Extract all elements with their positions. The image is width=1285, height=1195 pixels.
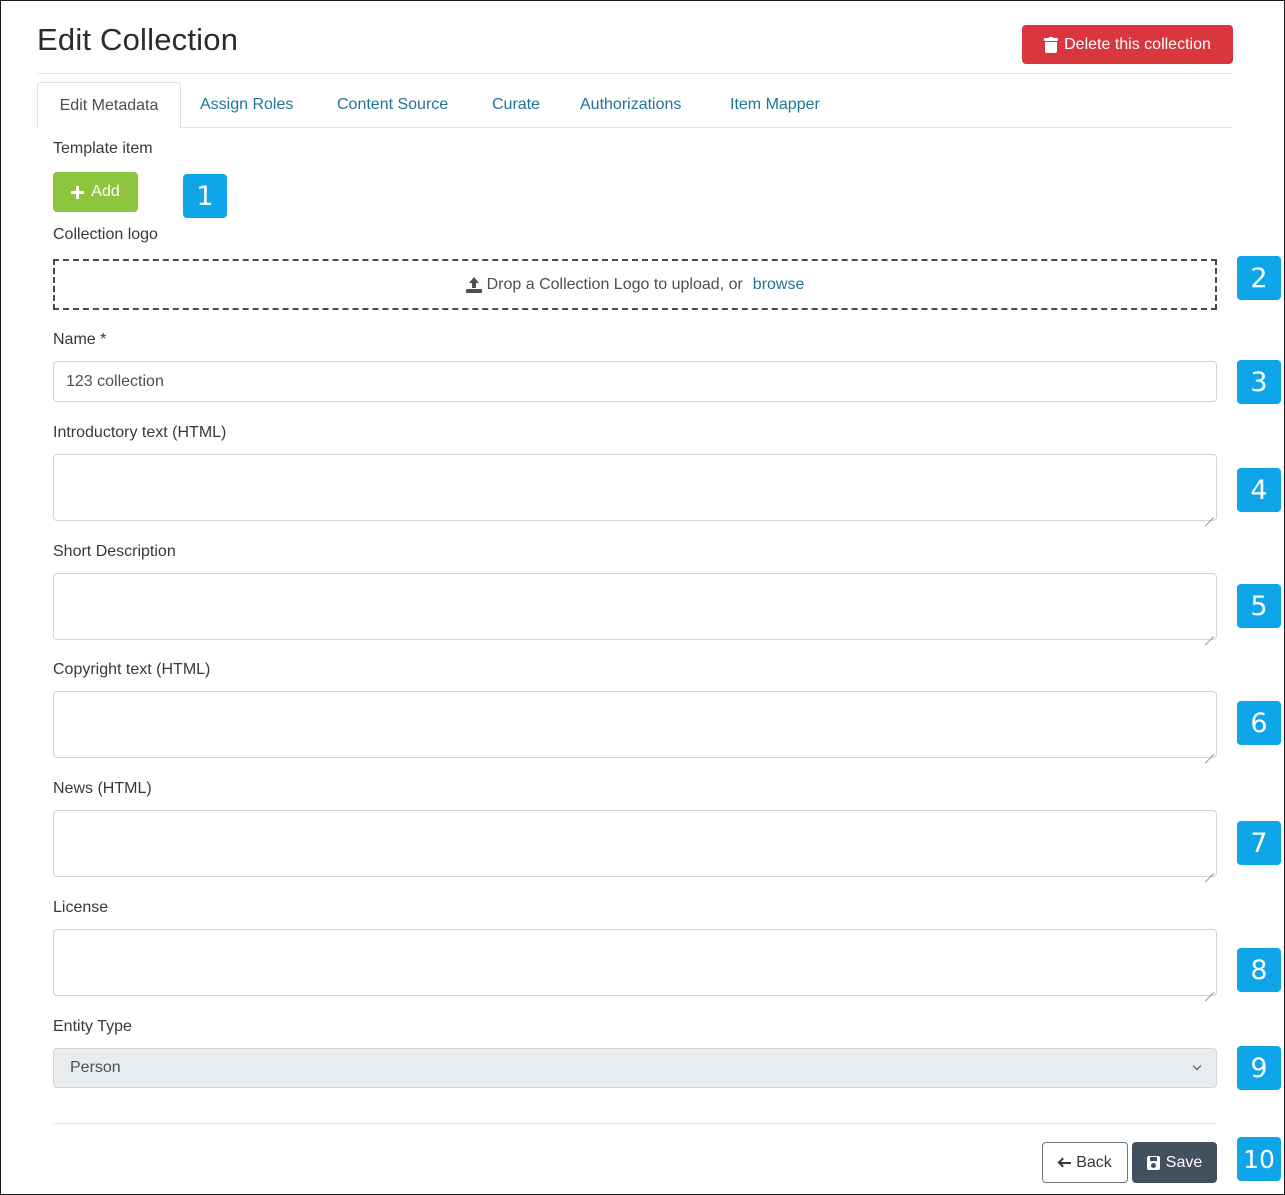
callout-badge-3: 3 (1237, 360, 1281, 404)
callout-badge-2: 2 (1237, 256, 1281, 300)
chevron-down-icon (1192, 1061, 1202, 1071)
logo-dropzone[interactable]: Drop a Collection Logo to upload, or bro… (53, 259, 1217, 310)
callout-badge-7: 7 (1237, 821, 1281, 865)
back-button[interactable]: Back (1042, 1142, 1128, 1183)
tab-content-source[interactable]: Content Source (337, 82, 448, 128)
resize-grip-icon[interactable] (1205, 746, 1214, 755)
resize-grip-icon[interactable] (1205, 865, 1214, 874)
callout-badge-6: 6 (1237, 701, 1281, 745)
callout-badge-10: 10 (1237, 1137, 1281, 1181)
add-template-item-button[interactable]: Add (53, 172, 138, 212)
news-textarea[interactable] (53, 810, 1217, 877)
callout-badge-9: 9 (1237, 1046, 1281, 1090)
tab-curate[interactable]: Curate (492, 82, 540, 128)
footer-divider (53, 1123, 1217, 1124)
arrow-left-icon (1057, 1157, 1072, 1169)
callout-badge-8: 8 (1237, 948, 1281, 992)
intro-text-label: Introductory text (HTML) (53, 424, 227, 441)
copyright-text-label: Copyright text (HTML) (53, 661, 211, 678)
callout-badge-4: 4 (1237, 468, 1281, 512)
resize-grip-icon[interactable] (1205, 984, 1214, 993)
short-description-label: Short Description (53, 543, 176, 560)
upload-icon (465, 276, 482, 293)
add-label: Add (91, 183, 120, 200)
tab-item-mapper[interactable]: Item Mapper (730, 82, 820, 128)
name-input[interactable]: 123 collection (53, 361, 1217, 402)
tab-authorizations[interactable]: Authorizations (580, 82, 681, 128)
name-input-value: 123 collection (66, 372, 164, 390)
delete-collection-button[interactable]: Delete this collection (1022, 25, 1233, 64)
back-label: Back (1076, 1153, 1112, 1171)
news-label: News (HTML) (53, 780, 152, 797)
collection-logo-label: Collection logo (53, 226, 158, 243)
dropzone-text: Drop a Collection Logo to upload, or (486, 275, 743, 293)
license-textarea[interactable] (53, 929, 1217, 996)
license-label: License (53, 899, 109, 916)
entity-type-label: Entity Type (53, 1018, 132, 1035)
resize-grip-icon[interactable] (1205, 628, 1214, 637)
tab-assign-roles[interactable]: Assign Roles (200, 82, 293, 128)
callout-badge-5: 5 (1237, 584, 1281, 628)
callout-badge-1: 1 (183, 174, 227, 218)
save-label: Save (1165, 1153, 1203, 1171)
plus-icon (71, 185, 85, 199)
template-item-label: Template item (53, 140, 153, 157)
trash-icon (1044, 36, 1059, 53)
header-divider (37, 73, 1233, 74)
entity-type-select[interactable]: Person (53, 1048, 1217, 1088)
save-button[interactable]: Save (1132, 1142, 1217, 1183)
intro-text-textarea[interactable] (53, 454, 1217, 521)
short-description-textarea[interactable] (53, 573, 1217, 640)
tab-bar: Edit Metadata Assign Roles Content Sourc… (37, 82, 1233, 129)
entity-type-value: Person (70, 1059, 121, 1076)
floppy-disk-icon (1146, 1155, 1160, 1170)
name-label: Name * (53, 331, 107, 348)
copyright-text-textarea[interactable] (53, 691, 1217, 758)
delete-collection-label: Delete this collection (1064, 35, 1211, 53)
browse-link[interactable]: browse (753, 276, 805, 294)
resize-grip-icon[interactable] (1205, 509, 1214, 518)
tab-edit-metadata[interactable]: Edit Metadata (37, 82, 181, 129)
page-title: Edit Collection (37, 22, 239, 57)
